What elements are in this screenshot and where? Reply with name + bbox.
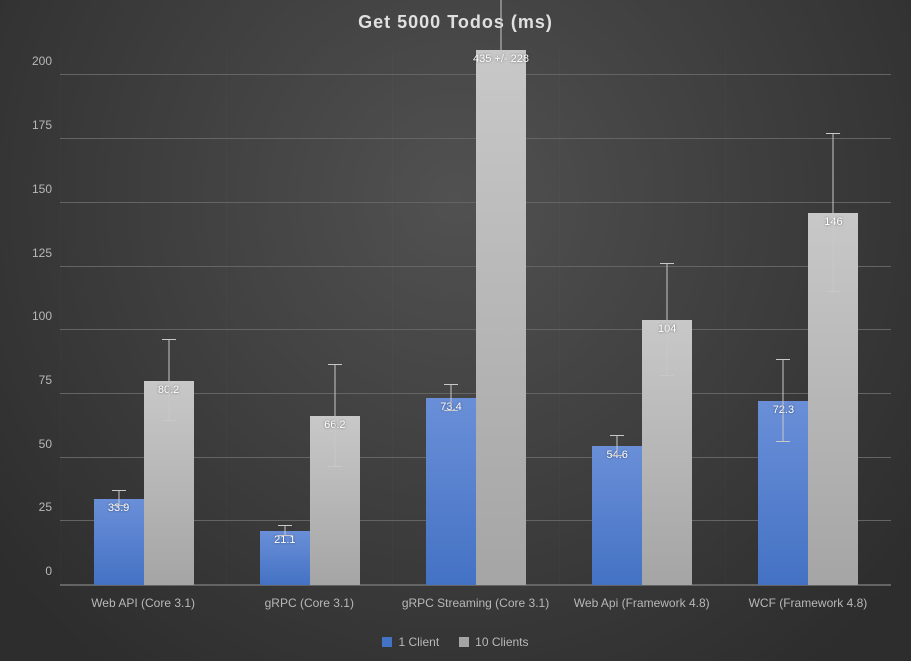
- x-tick-label: Web Api (Framework 4.8): [559, 596, 725, 616]
- bar-value-label: 435 +/- 228: [473, 53, 529, 65]
- error-bar: [260, 516, 310, 585]
- error-bar: [310, 356, 360, 585]
- plot-area: 0255075100125150175200 33.980.221.166.27…: [60, 50, 891, 586]
- error-bar: [144, 330, 194, 585]
- chart-title: Get 5000 Todos (ms): [0, 12, 911, 33]
- bar-10-clients: 104: [642, 320, 692, 585]
- y-tick-label: 125: [2, 246, 52, 260]
- y-tick-label: 50: [2, 437, 52, 451]
- error-bar: [642, 254, 692, 585]
- bar-1-client: 33.9: [94, 499, 144, 585]
- bar-value-label: 104: [658, 323, 676, 335]
- y-tick-label: 75: [2, 373, 52, 387]
- error-bar: [808, 124, 858, 585]
- bar-10-clients: 66.2: [310, 416, 360, 585]
- bar-group: 54.6 104: [559, 50, 725, 585]
- bar-group: 72.3 146: [725, 50, 891, 585]
- bar-group: 73.4 435 +/- 228: [392, 50, 558, 585]
- bar-10-clients: 80.2: [144, 381, 194, 585]
- bar-group: 33.9 80.2: [60, 50, 226, 585]
- bar-groups: 33.9 80.2 21.1 66.2 73.4 435 +/- 228 54.6 104 72…: [60, 50, 891, 585]
- x-tick-label: gRPC (Core 3.1): [226, 596, 392, 616]
- legend-swatch-blue: [382, 637, 392, 647]
- bar-1-client: 72.3: [758, 401, 808, 585]
- y-tick-label: 200: [2, 54, 52, 68]
- y-tick-label: 0: [2, 564, 52, 578]
- bar-10-clients: 146: [808, 213, 858, 585]
- x-tick-label: WCF (Framework 4.8): [725, 596, 891, 616]
- legend: 1 Client 10 Clients: [0, 635, 911, 649]
- x-tick-label: Web API (Core 3.1): [60, 596, 226, 616]
- y-tick-label: 175: [2, 118, 52, 132]
- bar-value-label: 146: [824, 216, 842, 228]
- bar-value-label: 72.3: [773, 404, 794, 416]
- legend-item-1-client: 1 Client: [382, 635, 439, 649]
- error-bar: [758, 350, 808, 585]
- x-tick-label: gRPC Streaming (Core 3.1): [392, 596, 558, 616]
- legend-swatch-gray: [459, 637, 469, 647]
- bar-1-client: 54.6: [592, 446, 642, 585]
- bar-value-label: 80.2: [158, 384, 179, 396]
- legend-item-10-clients: 10 Clients: [459, 635, 528, 649]
- legend-label-s2: 10 Clients: [475, 635, 528, 649]
- bar-group: 21.1 66.2: [226, 50, 392, 585]
- bar-10-clients: 435 +/- 228: [476, 50, 526, 585]
- bar-value-label: 66.2: [324, 419, 345, 431]
- error-bar: [94, 481, 144, 585]
- x-axis-labels: Web API (Core 3.1)gRPC (Core 3.1)gRPC St…: [60, 596, 891, 616]
- y-tick-label: 150: [2, 182, 52, 196]
- y-tick-label: 25: [2, 500, 52, 514]
- error-bar: [476, 0, 526, 585]
- bar-1-client: 73.4: [426, 398, 476, 585]
- y-tick-label: 100: [2, 309, 52, 323]
- bar-1-client: 21.1: [260, 531, 310, 585]
- bar-value-label: 33.9: [108, 502, 129, 514]
- bar-value-label: 54.6: [606, 449, 627, 461]
- legend-label-s1: 1 Client: [398, 635, 439, 649]
- bar-value-label: 21.1: [274, 534, 295, 546]
- bar-value-label: 73.4: [440, 401, 461, 413]
